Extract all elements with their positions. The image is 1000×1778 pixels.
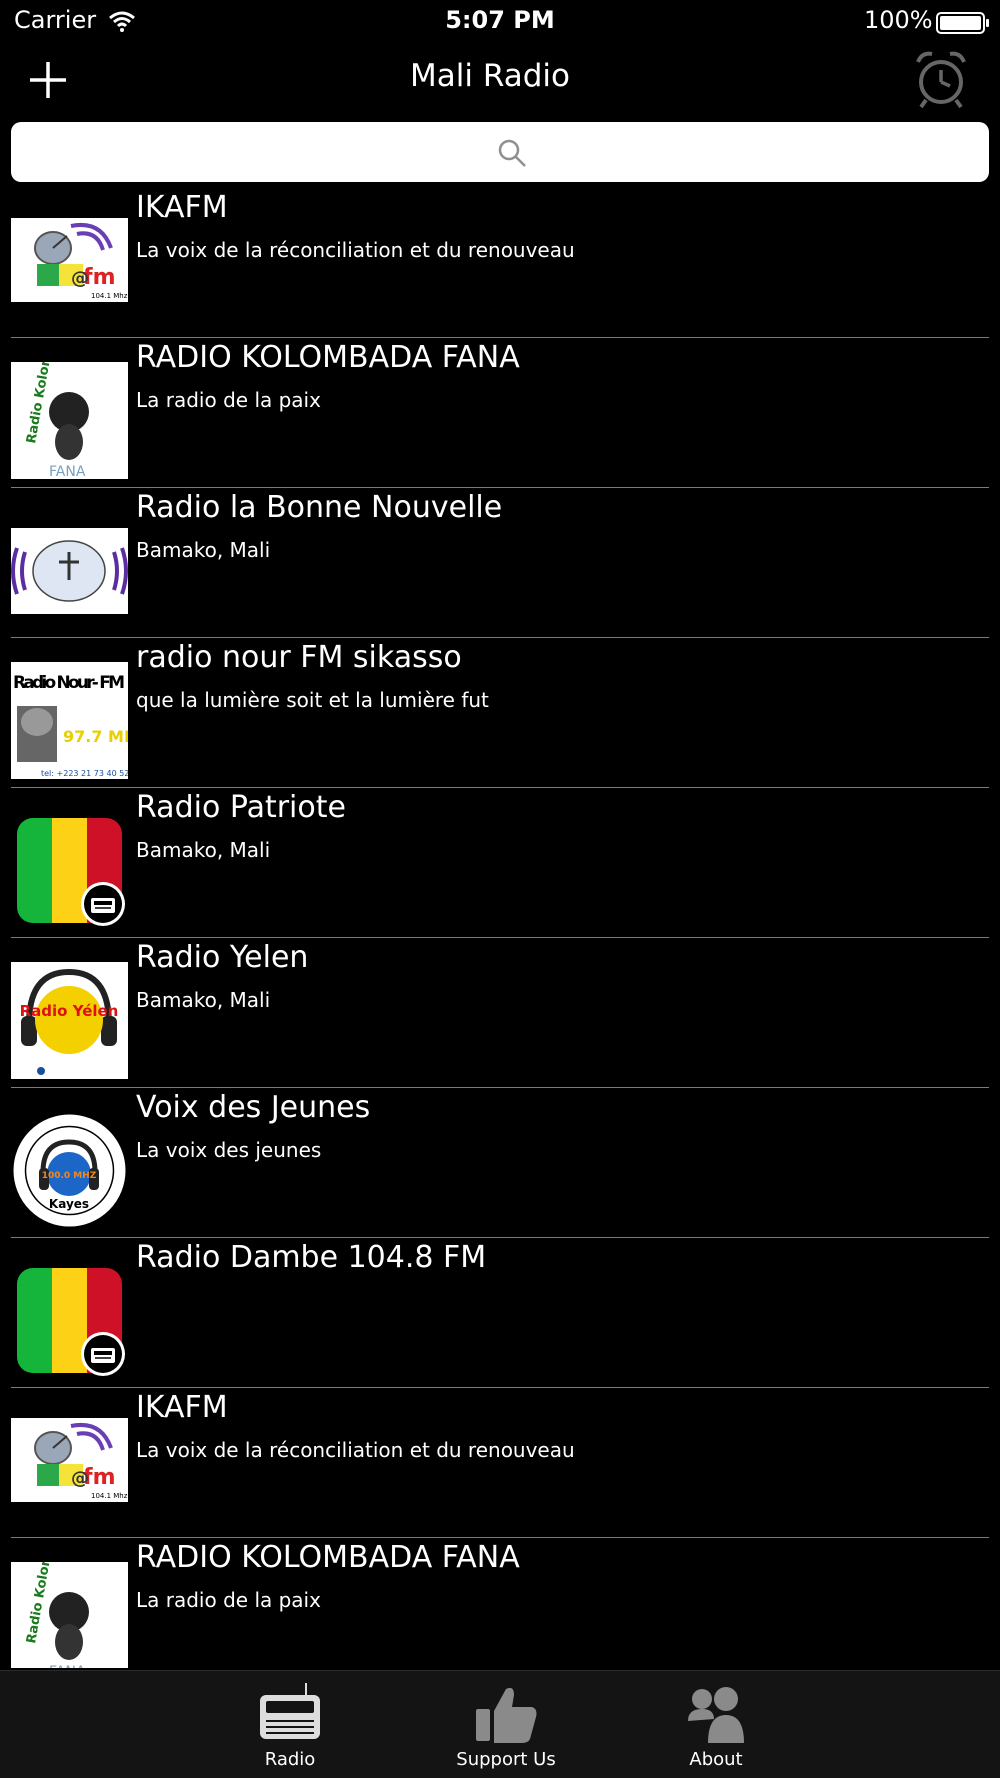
ikafm-frequency: 104.1 Mhz: [91, 292, 128, 300]
yelen-logo: Radio Yélen: [11, 962, 128, 1079]
station-list: fm @ 104.1 Mhz IKAFM La voix de la récon…: [0, 188, 1000, 1668]
station-name: IKAFM: [136, 1390, 228, 1425]
station-name: Voix des Jeunes: [136, 1090, 371, 1125]
station-description: La voix des jeunes: [136, 1138, 322, 1162]
station-description: Bamako, Mali: [136, 988, 271, 1012]
station-name: radio nour FM sikasso: [136, 640, 462, 675]
people-icon: [688, 1687, 744, 1743]
station-description: Bamako, Mali: [136, 538, 271, 562]
nour-title: Radio Nour- FM: [13, 673, 125, 693]
tab-bar: Radio Support Us About: [0, 1670, 1000, 1778]
station-row-ikafm[interactable]: fm @ 104.1 Mhz IKAFM La voix de la récon…: [0, 1388, 1000, 1538]
station-name: IKAFM: [136, 190, 228, 225]
ikafm-frequency: 104.1 Mhz: [91, 1492, 128, 1500]
page-title: Mali Radio: [410, 58, 570, 94]
battery-icon: [936, 12, 989, 34]
status-bar: Carrier 5:07 PM 100%: [0, 0, 1000, 44]
voix-city: Kayes: [49, 1197, 89, 1211]
tab-label: Radio: [264, 1749, 316, 1770]
radio-icon: [260, 1683, 320, 1739]
navigation-bar: Mali Radio: [0, 44, 1000, 116]
ikafm-logo: fm @ 104.1 Mhz: [11, 218, 128, 302]
station-description: que la lumière soit et la lumière fut: [136, 688, 489, 712]
mali-flag-radio-logo: [11, 1262, 128, 1379]
station-row-bonne-nouvelle[interactable]: Radio la Bonne Nouvelle Bamako, Mali: [0, 488, 1000, 638]
station-row-kolombada[interactable]: Radio Kolombada FANA RADIO KOLOMBADA FAN…: [0, 1538, 1000, 1668]
search-icon: [498, 139, 526, 167]
svg-text:@: @: [71, 1468, 89, 1489]
search-input[interactable]: [11, 122, 989, 182]
station-row-nour-fm[interactable]: Radio Nour- FM 97.7 MHZ tel: +223 21 73 …: [0, 638, 1000, 788]
station-description: La radio de la paix: [136, 1588, 321, 1612]
station-row-patriote[interactable]: Radio Patriote Bamako, Mali: [0, 788, 1000, 938]
tab-about[interactable]: About: [626, 1671, 806, 1778]
station-name: Radio Patriote: [136, 790, 346, 825]
station-description: La voix de la réconciliation et du renou…: [136, 238, 575, 262]
kolombada-sub: FANA: [49, 1664, 86, 1668]
alarm-clock-icon: [916, 51, 966, 109]
station-description: La voix de la réconciliation et du renou…: [136, 1438, 575, 1462]
station-row-voix-des-jeunes[interactable]: 100.0 MHZ Kayes Voix des Jeunes La voix …: [0, 1088, 1000, 1238]
tab-label: About: [689, 1749, 743, 1770]
bonne-nouvelle-logo: [11, 528, 128, 614]
yelen-name: Radio Yélen: [20, 1002, 119, 1020]
station-name: RADIO KOLOMBADA FANA: [136, 1540, 520, 1575]
station-name: Radio Dambe 104.8 FM: [136, 1240, 487, 1275]
station-name: Radio Yelen: [136, 940, 309, 975]
tab-radio[interactable]: Radio: [200, 1671, 380, 1778]
kolombada-logo: Radio Kolombada FANA: [11, 362, 128, 479]
station-row-ikafm[interactable]: fm @ 104.1 Mhz IKAFM La voix de la récon…: [0, 188, 1000, 338]
kolombada-sub: FANA: [49, 464, 86, 479]
battery-percent: 100%: [864, 6, 933, 34]
mali-flag-radio-logo: [11, 812, 128, 929]
station-description: Bamako, Mali: [136, 838, 271, 862]
tab-support-us[interactable]: Support Us: [416, 1671, 596, 1778]
tab-label: Support Us: [456, 1749, 556, 1770]
station-row-yelen[interactable]: Radio Yélen Radio Yelen Bamako, Mali: [0, 938, 1000, 1088]
station-name: RADIO KOLOMBADA FANA: [136, 340, 520, 375]
ikafm-logo: fm @ 104.1 Mhz: [11, 1418, 128, 1502]
nour-phone: tel: +223 21 73 40 52: [41, 769, 128, 778]
station-name: Radio la Bonne Nouvelle: [136, 490, 503, 525]
svg-text:@: @: [71, 268, 89, 289]
thumbs-up-icon: [476, 1687, 537, 1743]
clock-label: 5:07 PM: [445, 6, 555, 34]
nour-fm-logo: Radio Nour- FM 97.7 MHZ tel: +223 21 73 …: [11, 662, 128, 779]
voix-frequency: 100.0 MHZ: [42, 1171, 97, 1181]
station-description: La radio de la paix: [136, 388, 321, 412]
kolombada-logo: Radio Kolombada FANA: [11, 1562, 128, 1668]
voix-des-jeunes-logo: 100.0 MHZ Kayes: [11, 1112, 128, 1229]
station-row-kolombada[interactable]: Radio Kolombada FANA RADIO KOLOMBADA FAN…: [0, 338, 1000, 488]
station-row-dambe[interactable]: Radio Dambe 104.8 FM: [0, 1238, 1000, 1388]
nour-frequency: 97.7 MHZ: [63, 727, 128, 746]
alarm-button[interactable]: [912, 48, 970, 110]
